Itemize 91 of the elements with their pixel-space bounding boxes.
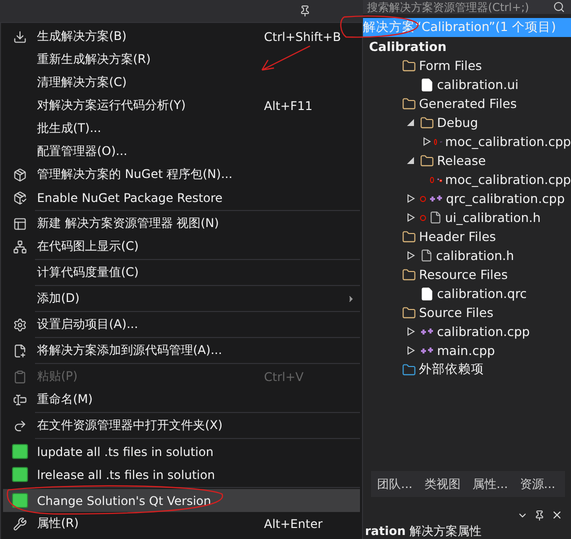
tree-item[interactable]: calibration.qrc xyxy=(363,284,571,303)
annotation-arrow xyxy=(261,45,311,71)
file-icon xyxy=(420,249,433,262)
wrench-icon xyxy=(13,516,27,530)
shortcut-text: Alt+Enter xyxy=(264,516,324,530)
tab[interactable]: 类视图 xyxy=(424,476,460,492)
tree-item[interactable]: Form Files xyxy=(363,56,571,75)
tree-item[interactable]: moc_calibration.cpp xyxy=(363,170,571,189)
build-icon xyxy=(13,30,27,44)
collapsed-icon[interactable] xyxy=(405,213,417,222)
tree-item[interactable]: main.cpp xyxy=(363,341,571,360)
tree-item[interactable]: Debug xyxy=(363,113,571,132)
tree-item[interactable]: 外部依赖项 xyxy=(363,360,571,379)
menu-item[interactable]: 在文件资源管理器中打开文件夹(X) xyxy=(3,414,360,437)
menu-item[interactable]: Enable NuGet Package Restore xyxy=(3,186,360,209)
logo-icon xyxy=(12,493,28,508)
folder-icon xyxy=(402,306,416,320)
curved-arrow-icon xyxy=(13,418,27,432)
paste-icon xyxy=(13,370,27,384)
menu-item[interactable]: 在代码图上显示(C) xyxy=(3,235,360,258)
collapsed-icon[interactable] xyxy=(423,137,431,146)
shortcut-text: Ctrl+V xyxy=(264,370,305,384)
collapsed-icon[interactable] xyxy=(405,251,417,260)
collapsed-icon[interactable] xyxy=(405,194,417,203)
menu-item[interactable]: 配置管理器(O)... xyxy=(3,140,360,163)
file-icon xyxy=(420,286,434,300)
folder-icon xyxy=(402,268,416,282)
rename-icon xyxy=(13,392,27,406)
search-icon xyxy=(553,1,565,13)
collapsed-icon[interactable] xyxy=(405,346,417,355)
menu-item[interactable]: 管理解决方案的 NuGet 程序包(N)... xyxy=(3,163,360,186)
tree-item[interactable]: calibration.h xyxy=(363,246,571,265)
cpp-file-icon xyxy=(429,194,443,204)
expanded-icon[interactable] xyxy=(405,156,417,165)
menu-item[interactable]: 设置启动项目(A)... xyxy=(3,313,360,336)
expanded-icon[interactable] xyxy=(405,118,417,127)
tree-item[interactable]: Generated Files xyxy=(363,94,571,113)
menu-item[interactable]: 批生成(T)... xyxy=(3,117,360,140)
cpp-file-icon xyxy=(420,326,434,336)
folder-icon xyxy=(402,230,416,244)
tree-item[interactable]: Resource Files xyxy=(363,265,571,284)
pin-icon[interactable] xyxy=(299,5,311,17)
folder-icon xyxy=(420,116,434,130)
menu-item[interactable]: 重新生成解决方案(R) xyxy=(3,48,360,71)
tree-item[interactable]: qrc_calibration.cpp xyxy=(363,189,571,208)
menu-item[interactable]: 计算代码度量值(C) xyxy=(3,261,360,284)
logo-icon xyxy=(12,444,28,459)
tab[interactable]: 属性... xyxy=(472,476,508,492)
package-check-icon xyxy=(13,190,27,204)
menu-item[interactable]: 添加(D) xyxy=(3,287,360,310)
menu-item[interactable]: 将解决方案添加到源代码管理(A)... xyxy=(3,339,360,362)
menu-item[interactable]: 新建 解决方案资源管理器 视图(N) xyxy=(3,212,360,235)
tab[interactable]: 资源... xyxy=(520,476,556,492)
menu-item[interactable]: 清理解决方案(C) xyxy=(3,71,360,94)
folder-icon xyxy=(402,96,416,110)
tree-item[interactable]: Source Files xyxy=(363,303,571,322)
logo-icon xyxy=(12,467,28,482)
menu-item[interactable]: 对解决方案运行代码分析(Y) Alt+F11 xyxy=(3,94,360,117)
window-icon xyxy=(13,216,27,230)
object-name: ration xyxy=(365,524,406,538)
tree-item[interactable]: moc_calibration.cpp xyxy=(363,132,571,151)
menu-item[interactable]: 属性(R) Alt+Enter xyxy=(3,512,360,535)
settings-icon xyxy=(13,318,27,332)
panel-title: 解决方案属性 xyxy=(410,522,482,539)
add-file-icon xyxy=(13,344,27,358)
tree-item[interactable]: Header Files xyxy=(363,227,571,246)
tree-item[interactable]: Calibration xyxy=(363,37,571,56)
code-map-icon xyxy=(13,240,27,254)
file-icon xyxy=(429,211,442,224)
shortcut-text: Ctrl+Shift+B xyxy=(264,30,342,44)
menu-item[interactable]: 重命名(M) xyxy=(3,388,360,411)
tree-item[interactable]: calibration.ui xyxy=(363,75,571,94)
pin-icon[interactable] xyxy=(534,510,545,520)
folder-icon xyxy=(402,58,416,72)
tree-item[interactable]: Release xyxy=(363,151,571,170)
file-icon xyxy=(420,78,434,92)
menu-item[interactable]: 生成解决方案(B) Ctrl+Shift+B xyxy=(3,25,360,48)
menu-item[interactable]: lrelease all .ts files in solution xyxy=(3,463,360,486)
search-field[interactable]: 搜索解决方案资源管理器(Ctrl+;) xyxy=(363,0,571,14)
collapsed-icon[interactable] xyxy=(405,327,417,336)
tree-item[interactable]: ui_calibration.h xyxy=(363,208,571,227)
menu-item[interactable]: lupdate all .ts files in solution xyxy=(3,440,360,463)
package-icon xyxy=(13,168,27,182)
tree-item[interactable]: calibration.cpp xyxy=(363,322,571,341)
menu-item[interactable]: Change Solution's Qt Version xyxy=(3,489,360,512)
folder-icon xyxy=(420,154,434,168)
folder-icon xyxy=(402,362,416,376)
cpp-file-icon xyxy=(420,346,434,356)
tab[interactable]: 团队... xyxy=(377,476,412,492)
close-icon[interactable] xyxy=(551,509,563,521)
shortcut-text: Alt+F11 xyxy=(264,98,314,112)
